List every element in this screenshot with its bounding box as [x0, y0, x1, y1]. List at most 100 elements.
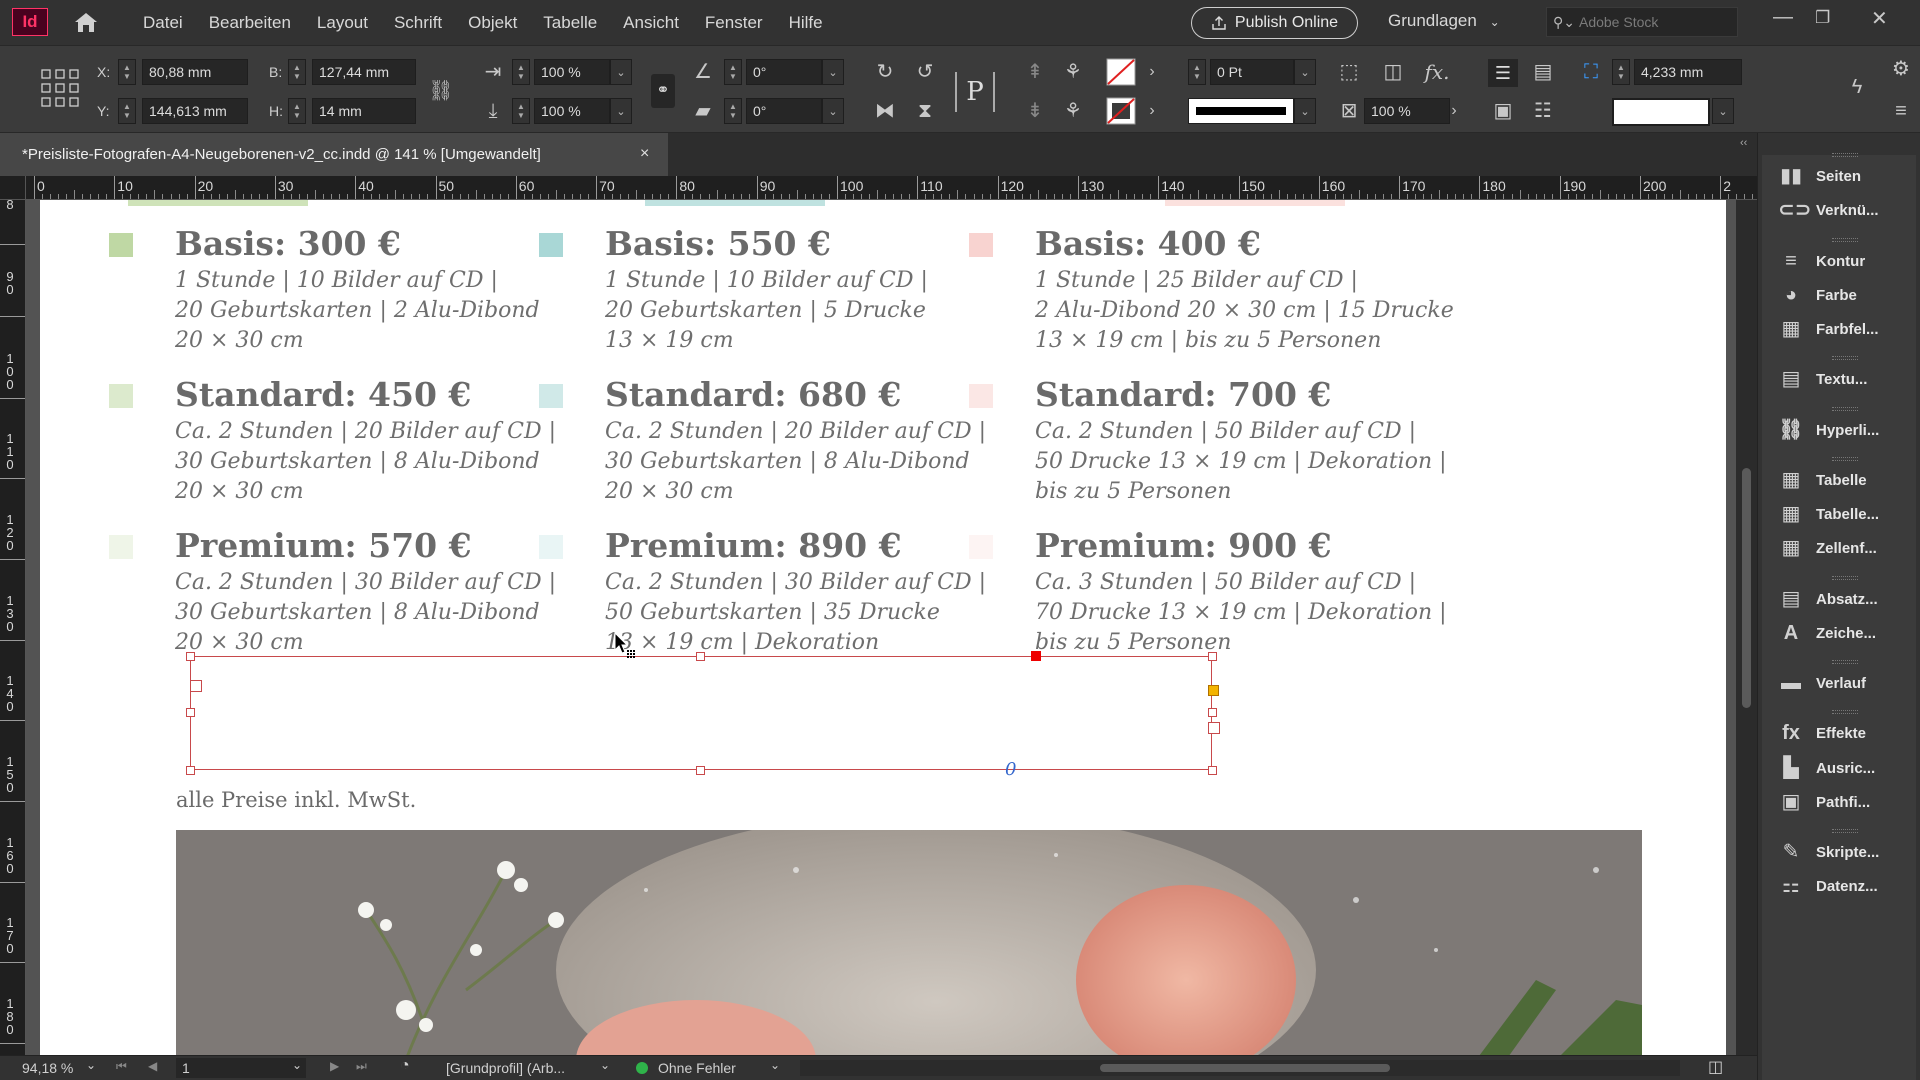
- stroke-arrow-icon[interactable]: ›: [1142, 98, 1162, 124]
- panel-group-grip[interactable]: [1832, 829, 1858, 833]
- panel-item-hyperlinks[interactable]: ⛓ Hyperli...: [1778, 413, 1879, 447]
- height-field[interactable]: 14 mm: [312, 98, 416, 124]
- handle-mid-right[interactable]: [1208, 708, 1217, 717]
- opacity-arrow-icon[interactable]: ›: [1444, 98, 1464, 124]
- panel-group-grip[interactable]: [1832, 407, 1858, 411]
- x-stepper[interactable]: ▲ ▼: [118, 59, 136, 85]
- handle-bottom-mid[interactable]: [696, 766, 705, 775]
- panel-group-grip[interactable]: [1832, 660, 1858, 664]
- stroke-type-dropdown[interactable]: ⌄: [1294, 98, 1316, 124]
- panel-item-table[interactable]: ▦ Tabelle: [1778, 463, 1867, 497]
- horizontal-ruler[interactable]: 0 10 20 30 40 50 60 70 80 90 100 110 120 130 140 150 160…: [26, 176, 1757, 200]
- first-page-icon[interactable]: ⏮: [116, 1059, 127, 1074]
- rotate-ccw-icon[interactable]: ↺: [912, 59, 938, 85]
- out-port[interactable]: [1208, 722, 1220, 734]
- menu-objekt[interactable]: Objekt: [455, 0, 530, 45]
- panel-item-swatches[interactable]: ▦ Farbfel...: [1778, 312, 1879, 346]
- errors-dropdown-icon[interactable]: ⌄: [770, 1058, 780, 1072]
- drop-shadow-icon[interactable]: ◫: [1380, 59, 1406, 85]
- menu-fenster[interactable]: Fenster: [692, 0, 776, 45]
- fill-arrow-icon[interactable]: ›: [1142, 59, 1162, 85]
- menu-layout[interactable]: Layout: [304, 0, 381, 45]
- horizontal-scroll-thumb[interactable]: [1100, 1064, 1390, 1072]
- preflight-refresh-icon[interactable]: ◔: [400, 1057, 410, 1075]
- restore-icon[interactable]: ❐: [1815, 8, 1830, 28]
- select-content-icon[interactable]: ⇟: [1022, 98, 1048, 124]
- panel-menu-icon[interactable]: ≡: [1888, 98, 1914, 124]
- publish-online-button[interactable]: Publish Online: [1191, 7, 1358, 39]
- rotation-field[interactable]: 0°: [746, 59, 822, 85]
- handle-top-left[interactable]: [186, 652, 195, 661]
- workspace-switcher[interactable]: Grundlagen ⌄: [1388, 11, 1500, 31]
- menu-tabelle[interactable]: Tabelle: [530, 0, 610, 45]
- rotate-cw-icon[interactable]: ↻: [872, 59, 898, 85]
- scale-y-stepper[interactable]: ▲ ▼: [512, 98, 530, 124]
- panel-group-grip[interactable]: [1832, 576, 1858, 580]
- panel-item-scripts[interactable]: ✎ Skripte...: [1778, 835, 1880, 869]
- vertical-ruler[interactable]: 8 90 100 110 120 130 140 150 160 170 180: [0, 200, 26, 1055]
- constrain-proportions-icon[interactable]: ⛓: [428, 78, 454, 104]
- zoom-level[interactable]: 94,18 %: [22, 1060, 73, 1076]
- panel-item-color[interactable]: ◕ Farbe: [1778, 278, 1857, 312]
- fill-none-swatch-icon[interactable]: [1106, 58, 1136, 86]
- panel-item-table-styles[interactable]: ▦ Tabelle...: [1778, 497, 1880, 531]
- last-page-icon[interactable]: ⏭: [356, 1059, 367, 1074]
- menu-hilfe[interactable]: Hilfe: [776, 0, 836, 45]
- y-stepper[interactable]: ▲ ▼: [118, 98, 136, 124]
- in-port[interactable]: [190, 680, 202, 692]
- stroke-swatch-icon[interactable]: [1106, 97, 1136, 125]
- horizontal-scrollbar[interactable]: [800, 1060, 1680, 1076]
- menu-schrift[interactable]: Schrift: [381, 0, 455, 45]
- text-frame-columns-icon[interactable]: ▤: [1530, 59, 1556, 85]
- object-style-field[interactable]: [1612, 98, 1710, 126]
- reference-point-icon[interactable]: [40, 68, 80, 108]
- selected-text-frame[interactable]: [190, 656, 1212, 770]
- handle-top-right[interactable]: [1208, 652, 1217, 661]
- panel-item-links[interactable]: ⊂⊃ Verknü...: [1778, 193, 1879, 227]
- fx-icon[interactable]: fx.: [1424, 59, 1450, 85]
- panel-item-paragraph-styles[interactable]: ▤ Absatz...: [1778, 582, 1878, 616]
- align-top-icon[interactable]: ☰: [1488, 59, 1518, 87]
- preflight-profile[interactable]: [Grundprofil] (Arb...: [446, 1060, 565, 1076]
- measure-stepper[interactable]: ▲ ▼: [1612, 59, 1630, 85]
- auto-size-icon[interactable]: ⛶: [1578, 59, 1604, 85]
- width-field[interactable]: 127,44 mm: [312, 59, 416, 85]
- document-canvas[interactable]: Basis: 300 € 1 Stunde | 10 Bilder auf CD …: [26, 200, 1736, 1055]
- scale-x-dropdown[interactable]: ⌄: [610, 59, 632, 85]
- handle-bottom-right[interactable]: [1208, 766, 1217, 775]
- stroke-weight-stepper[interactable]: ▲ ▼: [1188, 59, 1206, 85]
- panel-group-grip[interactable]: [1832, 153, 1858, 157]
- x-field[interactable]: 80,88 mm: [142, 59, 248, 85]
- profile-dropdown-icon[interactable]: ⌄: [600, 1058, 610, 1072]
- panel-item-effects[interactable]: fx Effekte: [1778, 716, 1866, 750]
- close-window-icon[interactable]: ✕: [1871, 6, 1888, 31]
- panel-item-pathfinder[interactable]: ▣ Pathfi...: [1778, 785, 1871, 819]
- collapse-panels-icon[interactable]: ‹‹: [1740, 137, 1747, 149]
- adobe-stock-search[interactable]: ⚲⌄ Adobe Stock: [1546, 7, 1738, 37]
- scale-x-stepper[interactable]: ▲ ▼: [512, 59, 530, 85]
- shear-stepper[interactable]: ▲ ▼: [724, 98, 742, 124]
- rotation-stepper[interactable]: ▲ ▼: [724, 59, 742, 85]
- corner-options-marker[interactable]: [1208, 685, 1219, 696]
- panel-item-character-styles[interactable]: A Zeiche...: [1778, 616, 1876, 650]
- frame-fitting-icon[interactable]: ⬚: [1336, 59, 1362, 85]
- panel-item-align[interactable]: ▙ Ausric...: [1778, 751, 1875, 785]
- panel-item-text-wrap[interactable]: ▤ Textu...: [1778, 362, 1868, 396]
- handle-top-mid[interactable]: [696, 652, 705, 661]
- page-dropdown-icon[interactable]: ⌄: [292, 1058, 302, 1072]
- zoom-dropdown-icon[interactable]: ⌄: [86, 1058, 96, 1072]
- panel-group-grip[interactable]: [1832, 356, 1858, 360]
- text-wrap-center-icon[interactable]: ▣: [1488, 98, 1518, 124]
- flip-vertical-icon[interactable]: ⧗: [912, 98, 938, 124]
- panel-item-gradient[interactable]: ▬ Verlauf: [1778, 666, 1866, 700]
- newborn-photo[interactable]: [176, 830, 1642, 1055]
- panel-item-stroke[interactable]: ≡ Kontur: [1778, 244, 1865, 278]
- scale-x-field[interactable]: 100 %: [534, 59, 610, 85]
- quick-actions-bolt-icon[interactable]: ϟ: [1844, 74, 1870, 100]
- minimize-icon[interactable]: —: [1773, 6, 1793, 29]
- object-style-dropdown[interactable]: ⌄: [1712, 98, 1734, 124]
- link-scale-icon[interactable]: ⚭: [651, 74, 675, 108]
- prev-page-icon[interactable]: ◀: [148, 1059, 157, 1073]
- rotation-dropdown[interactable]: ⌄: [822, 59, 844, 85]
- select-container-icon[interactable]: ⇞: [1022, 59, 1048, 85]
